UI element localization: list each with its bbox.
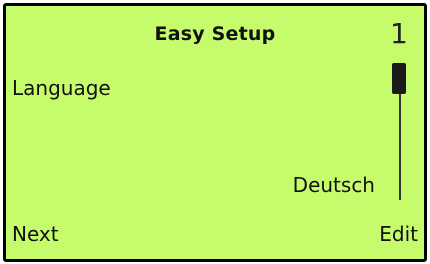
parameter-label: Language xyxy=(12,76,111,100)
page-number: 1 xyxy=(390,17,408,50)
scrollbar-thumb xyxy=(392,63,406,94)
next-softkey[interactable]: Next xyxy=(12,222,59,246)
lcd-screen: Easy Setup 1 Language Deutsch Next Edit xyxy=(3,3,427,262)
parameter-value: Deutsch xyxy=(292,173,375,197)
screen-title: Easy Setup xyxy=(154,23,276,45)
edit-softkey[interactable]: Edit xyxy=(379,222,418,246)
